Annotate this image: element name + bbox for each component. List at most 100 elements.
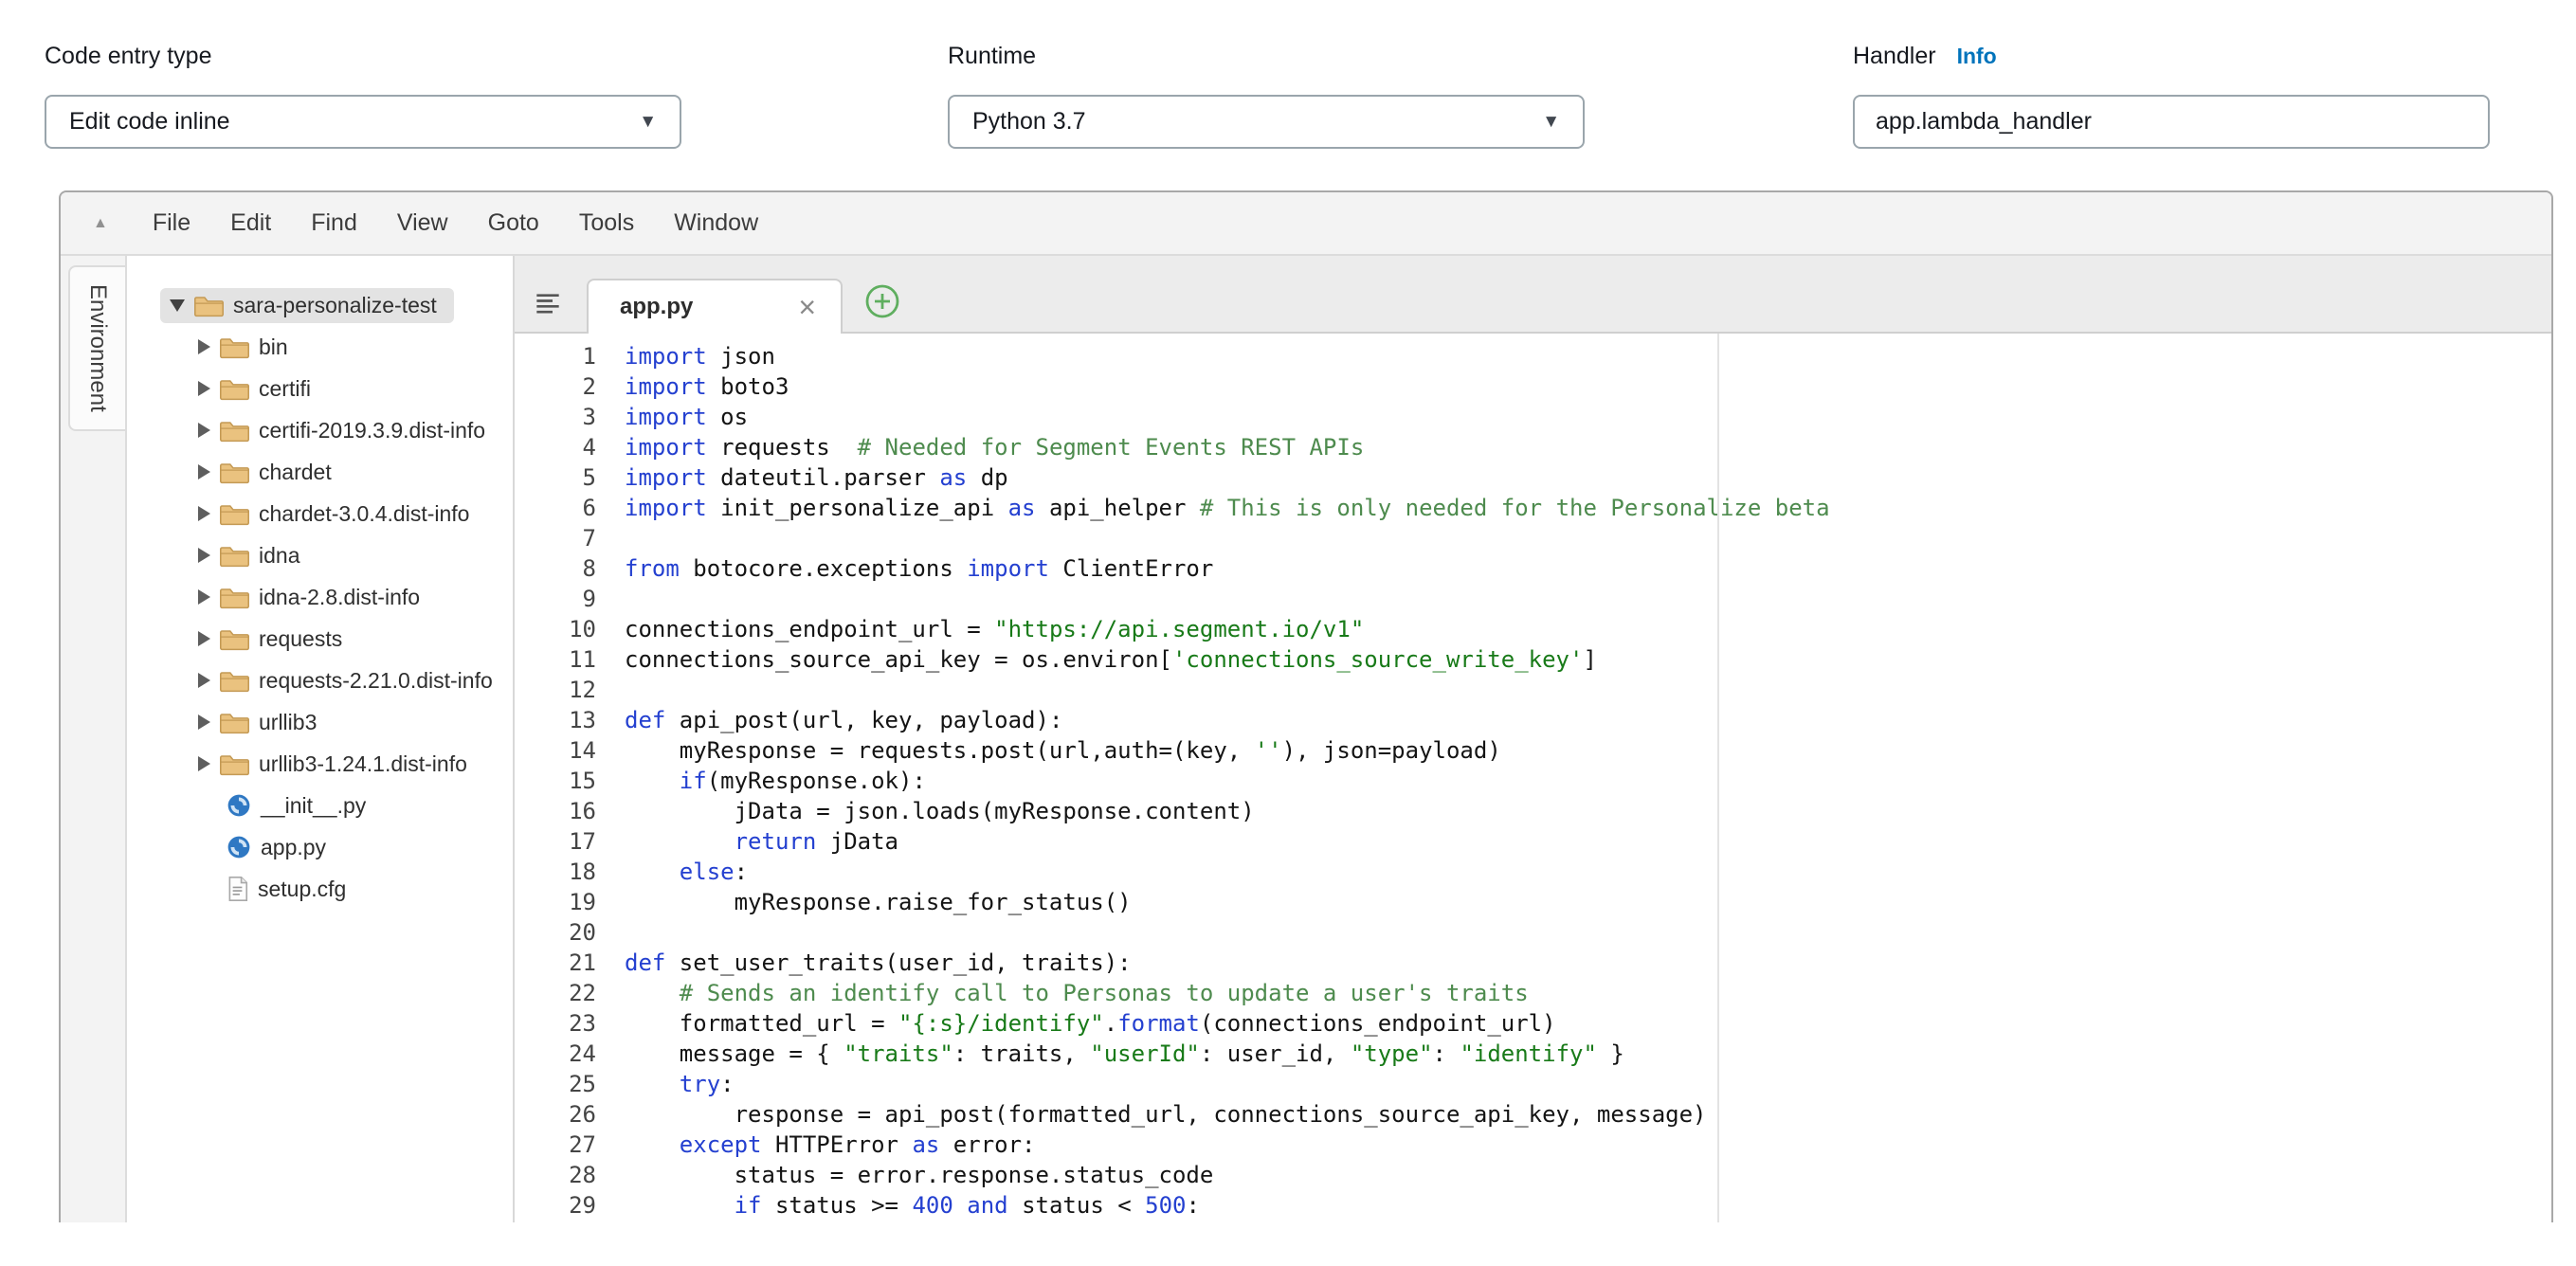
code-line: try: <box>625 1069 1830 1099</box>
folder-icon <box>220 627 249 651</box>
runtime-label: Runtime <box>948 42 1585 70</box>
chevron-right-icon[interactable] <box>198 756 210 771</box>
line-numbers-gutter: 1234567891011121314151617181920212223242… <box>515 341 617 1222</box>
chevron-down-icon[interactable] <box>170 299 185 312</box>
tree-item[interactable]: chardet-3.0.4.dist-info <box>127 493 513 534</box>
line-number: 25 <box>515 1069 596 1099</box>
menu-edit[interactable]: Edit <box>210 209 291 237</box>
code-line: response = api_post(formatted_url, conne… <box>625 1099 1830 1130</box>
tree-item[interactable]: bin <box>127 326 513 368</box>
code-line: def set_user_traits(user_id, traits): <box>625 948 1830 978</box>
tab-label: app.py <box>620 294 693 320</box>
code-line: myResponse = requests.post(url,auth=(key… <box>625 735 1830 766</box>
runtime-field: Runtime Python 3.7 ▼ <box>948 42 1585 149</box>
chevron-right-icon[interactable] <box>198 339 210 354</box>
tree-item[interactable]: requests <box>127 618 513 660</box>
indent-spacer <box>198 846 217 848</box>
python-file-icon <box>227 835 251 859</box>
code-line <box>625 675 1830 705</box>
tree-item[interactable]: certifi-2019.3.9.dist-info <box>127 409 513 451</box>
tree-item[interactable]: setup.cfg <box>127 868 513 910</box>
tree-item-label: chardet-3.0.4.dist-info <box>259 501 469 527</box>
line-number: 16 <box>515 796 596 826</box>
chevron-right-icon[interactable] <box>198 548 210 563</box>
folder-icon <box>220 752 249 776</box>
chevron-right-icon[interactable] <box>198 589 210 605</box>
folder-icon <box>220 586 249 609</box>
close-icon[interactable]: × <box>798 292 816 322</box>
line-number: 2 <box>515 371 596 402</box>
tree-item[interactable]: urllib3-1.24.1.dist-info <box>127 743 513 785</box>
code-line: # Sends an identify call to Personas to … <box>625 978 1830 1008</box>
tree-item[interactable]: sara-personalize-test <box>127 284 513 326</box>
folder-icon <box>220 544 249 568</box>
code-line: def api_post(url, key, payload): <box>625 705 1830 735</box>
ide-frame: ▲ File Edit Find View Goto Tools Window … <box>59 190 2553 1222</box>
code-line: if status >= 400 and status < 500: <box>625 1190 1830 1221</box>
line-number: 21 <box>515 948 596 978</box>
tree-item[interactable]: idna <box>127 534 513 576</box>
chevron-right-icon[interactable] <box>198 506 210 521</box>
folder-icon <box>194 294 224 317</box>
menu-window[interactable]: Window <box>654 209 778 237</box>
collapse-menu-icon[interactable]: ▲ <box>61 215 133 232</box>
file-tree: sara-personalize-test bin certifi certifi-2… <box>127 256 515 1222</box>
code-line: import init_personalize_api as api_helpe… <box>625 493 1830 523</box>
folder-icon <box>220 419 249 443</box>
chevron-right-icon[interactable] <box>198 673 210 688</box>
tree-item-label: certifi-2019.3.9.dist-info <box>259 418 485 443</box>
line-number: 5 <box>515 462 596 493</box>
code-entry-field: Code entry type Edit code inline ▼ <box>45 42 681 149</box>
line-number: 6 <box>515 493 596 523</box>
lambda-function-code-page: Code entry type Edit code inline ▼ Runti… <box>0 42 2576 1222</box>
tree-item-label: certifi <box>259 376 311 402</box>
code-line <box>625 584 1830 614</box>
handler-input[interactable] <box>1853 95 2490 149</box>
tree-item[interactable]: chardet <box>127 451 513 493</box>
chevron-right-icon[interactable] <box>198 631 210 646</box>
code-line: connections_source_api_key = os.environ[… <box>625 644 1830 675</box>
code-line: import os <box>625 402 1830 432</box>
tree-item[interactable]: __init__.py <box>127 785 513 826</box>
chevron-right-icon[interactable] <box>198 464 210 479</box>
folder-icon <box>220 502 249 526</box>
tab-app-py[interactable]: app.py × <box>587 279 843 334</box>
code-entry-value: Edit code inline <box>69 108 230 136</box>
code-line: return jData <box>625 826 1830 857</box>
code-entry-select[interactable]: Edit code inline ▼ <box>45 95 681 149</box>
code-editor[interactable]: 1234567891011121314151617181920212223242… <box>515 334 2551 1222</box>
add-tab-icon[interactable] <box>863 282 901 320</box>
code-line: myResponse.raise_for_status() <box>625 887 1830 917</box>
chevron-right-icon[interactable] <box>198 714 210 730</box>
tree-item[interactable]: certifi <box>127 368 513 409</box>
line-number: 20 <box>515 917 596 948</box>
line-number: 23 <box>515 1008 596 1039</box>
line-number: 11 <box>515 644 596 675</box>
info-link[interactable]: Info <box>1957 44 1997 69</box>
chevron-right-icon[interactable] <box>198 423 210 438</box>
menu-view[interactable]: View <box>377 209 468 237</box>
code-line <box>625 917 1830 948</box>
menu-file[interactable]: File <box>133 209 210 237</box>
handler-label: Handler <box>1853 42 1936 70</box>
runtime-select[interactable]: Python 3.7 ▼ <box>948 95 1585 149</box>
tab-list-icon[interactable] <box>534 290 562 316</box>
line-number: 7 <box>515 523 596 553</box>
folder-icon <box>220 711 249 734</box>
chevron-right-icon[interactable] <box>198 381 210 396</box>
tree-item[interactable]: requests-2.21.0.dist-info <box>127 660 513 701</box>
tree-item-label: idna-2.8.dist-info <box>259 585 420 610</box>
tree-item[interactable]: urllib3 <box>127 701 513 743</box>
menu-goto[interactable]: Goto <box>468 209 559 237</box>
menu-find[interactable]: Find <box>291 209 377 237</box>
environment-tab[interactable]: Environment <box>68 265 125 431</box>
code-line: status = error.response.status_code <box>625 1160 1830 1190</box>
tree-item[interactable]: idna-2.8.dist-info <box>127 576 513 618</box>
line-number: 24 <box>515 1039 596 1069</box>
side-strip: Environment <box>61 256 127 1222</box>
tree-item-label: bin <box>259 335 288 360</box>
menu-tools[interactable]: Tools <box>559 209 654 237</box>
selected-row-highlight: sara-personalize-test <box>160 288 454 323</box>
tree-item[interactable]: app.py <box>127 826 513 868</box>
code-line: if(myResponse.ok): <box>625 766 1830 796</box>
